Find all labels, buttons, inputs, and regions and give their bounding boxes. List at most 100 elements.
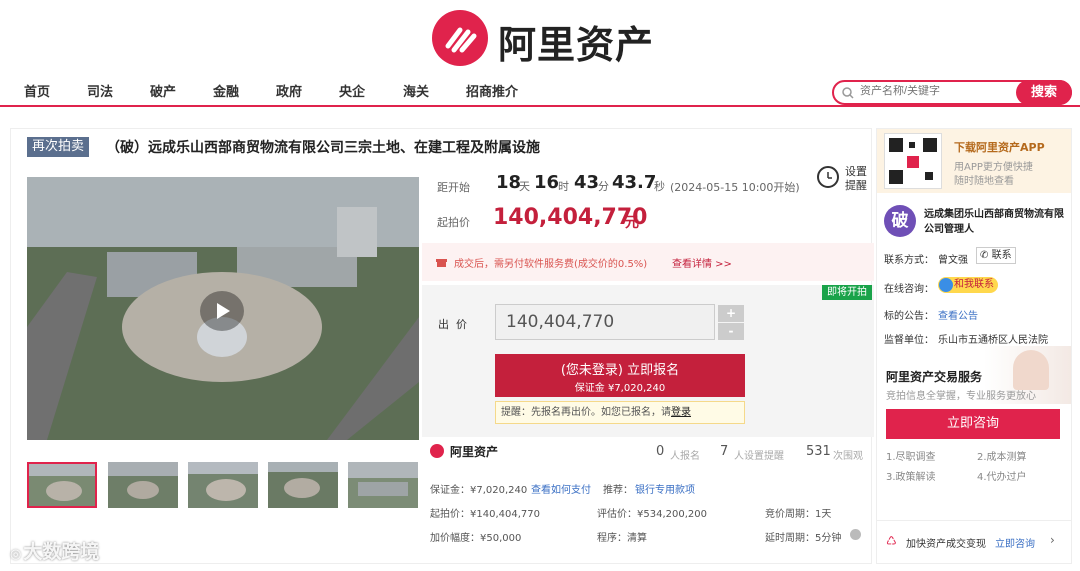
brand-small-icon [430,444,444,458]
register-button[interactable]: (您未登录) 立即报名 保证金 ¥7,020,240 [495,354,745,397]
service-title: 阿里资产交易服务 [886,370,983,384]
nav-item-government[interactable]: 政府 [276,81,302,100]
consult-now-button[interactable]: 立即咨询 [886,409,1060,439]
gift-icon [436,259,447,267]
start-time: (2024-05-15 10:00开始) [670,181,800,194]
app-desc-1: 用APP更方便快捷 [954,162,1033,173]
header-logo-area: 阿里资产 [0,0,1080,75]
countdown-hours-unit: 时 [558,180,569,193]
service-item-4: 4.代办过户 [977,472,1027,483]
remind-label: 人设置提醒 [734,451,784,462]
nav-item-customs[interactable]: 海关 [403,81,429,100]
speed-up-link[interactable]: 立即咨询 [995,535,1035,550]
nav-item-finance[interactable]: 金融 [213,81,239,100]
signup-count: 0 [656,444,665,459]
app-title[interactable]: 下载阿里资产APP [954,139,1045,155]
status-tag: 即将开拍 [822,285,872,300]
nav-item-investment[interactable]: 招商推介 [466,81,518,100]
play-video-button[interactable] [200,291,244,331]
start-price-info: 起拍价：¥140,404,770 [430,509,540,520]
login-tip-text: 提醒：先报名再出价。如您已报名，请 [501,407,671,418]
brand-logo-icon[interactable] [432,10,488,66]
sidebar-divider [877,520,1071,521]
contact-button[interactable]: ✆ 联系 [976,247,1016,264]
search-button[interactable]: 搜索 [1016,80,1072,105]
fee-detail-link[interactable]: 查看详情 >> [672,255,732,270]
auction-round-badge: 再次拍卖 [27,137,89,157]
phone-icon: ✆ [980,250,989,261]
remind-count: 7 [720,444,729,459]
countdown-seconds: 43.7 [612,172,657,193]
chat-button[interactable]: 和我联系 [938,277,998,293]
fee-notice-text: 成交后，需另付软件服务费(成交价的0.5%) [454,259,648,270]
register-deposit: 保证金 ¥7,020,240 [574,383,666,394]
bank-account-link[interactable]: 银行专用款项 [635,481,695,496]
chat-icon [939,278,953,292]
service-item-1: 1.尽职调查 [886,452,936,463]
nav-item-judicial[interactable]: 司法 [87,81,113,100]
service-agent-image [1013,350,1049,390]
set-reminder-button[interactable]: 设置 提醒 [845,165,867,193]
deposit-info: 保证金：¥7,020,240 [430,485,528,496]
fee-notice-bar: 成交后，需另付软件服务费(成交价的0.5%) 查看详情 >> [422,243,874,281]
search-icon [842,87,854,99]
countdown-seconds-unit: 秒 [654,180,665,193]
countdown-days-unit: 天 [519,180,530,193]
countdown-minutes: 43 [574,172,600,193]
countdown-days: 18 [496,172,522,193]
view-label: 次围观 [833,451,863,462]
chevron-right-icon[interactable]: › [1050,533,1055,547]
speed-up-icon: ♺ [886,534,897,548]
thumbnail-2[interactable] [108,462,178,508]
nav-item-home[interactable]: 首页 [24,81,50,100]
bid-amount-input[interactable]: 140,404,770 [495,304,715,340]
increment-info: 加价幅度：¥50,000 [430,533,522,544]
thumbnail-1[interactable] [27,462,97,508]
procedure-info: 程序：清算 [597,533,647,544]
thumbnail-4[interactable] [268,462,338,508]
how-to-pay-link[interactable]: 查看如何支付 [531,481,591,496]
notice-label: 标的公告： [884,311,934,322]
supervisor-value: 乐山市五通桥区人民法院 [938,335,1048,346]
countdown-hours: 16 [534,172,560,193]
view-notice-link[interactable]: 查看公告 [938,307,978,322]
supervisor-label: 监督单位： [884,335,934,346]
countdown-label: 距开始 [437,181,470,194]
watermark: ◎ 大数跨境 [10,537,99,564]
nav-item-bankruptcy[interactable]: 破产 [150,81,176,100]
speed-up-text: 加快资产成交变现 [906,539,986,550]
delay-info: 延时周期：5分钟 [765,533,842,544]
alarm-clock-icon[interactable] [817,166,839,188]
contact-name: 曾文强 [938,255,968,266]
currency-unit: 元 [625,215,639,231]
bid-cycle-info: 竞价周期：1天 [765,509,832,520]
start-price-label: 起拍价 [437,216,470,229]
stats-brand: 阿里资产 [450,445,499,459]
login-link[interactable]: 登录 [671,407,691,418]
nav-item-soe[interactable]: 央企 [339,81,365,100]
appraisal-info: 评估价：¥534,200,200 [597,509,707,520]
bid-label: 出 价 [438,318,467,331]
online-consult-label: 在线咨询： [884,284,934,295]
decrease-bid-button[interactable]: - [718,323,744,340]
qr-code-icon [884,133,942,189]
thumbnail-3[interactable] [188,462,258,508]
watermark-icon: ◎ [10,547,22,562]
chat-button-label: 和我联系 [954,279,994,290]
increase-bid-button[interactable]: + [718,305,744,322]
search-box: 搜索 [832,80,1072,105]
org-name: 远成集团乐山西部商贸物流有限公司管理人 [924,209,1064,235]
help-icon[interactable] [850,529,861,540]
listing-title: （破）远成乐山西部商贸物流有限公司三宗土地、在建工程及附属设施 [106,140,540,156]
brand-name[interactable]: 阿里资产 [498,14,654,69]
recommend-label: 推荐： [603,485,633,496]
watermark-text: 大数跨境 [23,541,100,563]
thumbnail-5[interactable] [348,462,418,508]
service-item-3: 3.政策解读 [886,472,936,483]
org-avatar: 破 [884,205,916,237]
view-count: 531 [806,444,831,459]
register-button-label: (您未登录) 立即报名 [560,363,680,378]
contact-button-label: 联系 [991,250,1012,261]
app-desc-2: 随时随地查看 [954,176,1014,187]
search-input[interactable] [860,85,1010,97]
